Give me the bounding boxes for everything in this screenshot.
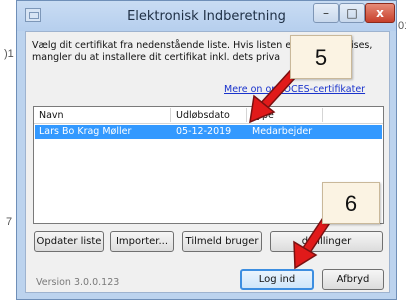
step-5-callout: 5 [290, 35, 352, 79]
step-6-callout: 6 [322, 182, 380, 224]
